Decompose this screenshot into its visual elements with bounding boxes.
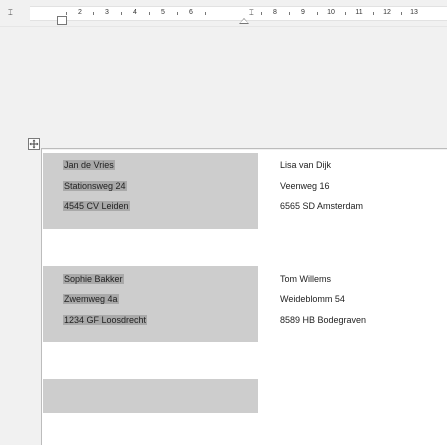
ruler-number: 4 [133,9,137,16]
ruler-tick [149,12,150,15]
horizontal-ruler[interactable]: ⌶ ⌶ 2 3 4 5 6 8 9 10 11 12 13 [0,0,447,26]
address-line[interactable]: Lisa van Dijk [280,159,331,171]
ruler-tick [317,12,318,15]
address-line[interactable]: Jan de Vries [63,159,115,171]
ruler-tick [121,12,122,15]
ruler-tick [177,12,178,15]
ruler-number: 6 [189,9,193,16]
first-line-indent-icon[interactable] [57,16,67,25]
address-line[interactable]: 8589 HB Bodegraven [280,314,366,326]
hanging-indent-icon[interactable] [239,18,249,24]
ruler-tick [261,12,262,15]
address-line[interactable]: Weideblomm 54 [280,293,345,305]
ruler-tick [289,12,290,15]
ruler-number: 3 [105,9,109,16]
ruler-marks: ⌶ ⌶ 2 3 4 5 6 8 9 10 11 12 13 [8,7,447,25]
tab-stop-icon[interactable]: ⌶ [8,9,13,17]
ruler-track[interactable]: ⌶ ⌶ 2 3 4 5 6 8 9 10 11 12 13 [8,6,447,25]
address-line[interactable]: 1234 GF Loosdrecht [63,314,148,326]
ruler-number: 10 [327,9,335,16]
label-cell[interactable] [43,379,258,413]
address-line[interactable]: 4545 CV Leiden [63,200,130,212]
ruler-number: 2 [78,9,82,16]
ruler-number: 8 [273,9,277,16]
address-line[interactable]: Sophie Bakker [63,273,124,285]
ruler-tick [66,12,67,15]
address-line[interactable]: Tom Willems [280,273,331,285]
page-top-edge [41,148,447,149]
ruler-number: 5 [161,9,165,16]
address-line[interactable]: 6565 SD Amsterdam [280,200,363,212]
tab-marker-icon[interactable]: ⌶ [249,9,254,17]
address-line[interactable]: Zwemweg 4a [63,293,119,305]
ruler-divider [0,26,447,27]
ruler-number: 12 [383,9,391,16]
ruler-tick [205,12,206,15]
ruler-number: 11 [355,9,363,16]
address-line[interactable]: Stationsweg 24 [63,180,127,192]
table-move-handle[interactable] [28,138,40,150]
ruler-tick [401,12,402,15]
ruler-tick [93,12,94,15]
address-line[interactable]: Veenweg 16 [280,180,330,192]
ruler-tick [345,12,346,15]
move-arrows-icon [29,139,39,149]
ruler-number: 13 [410,9,418,16]
ruler-number: 9 [301,9,305,16]
page-left-edge [41,148,42,445]
ruler-tick [373,12,374,15]
